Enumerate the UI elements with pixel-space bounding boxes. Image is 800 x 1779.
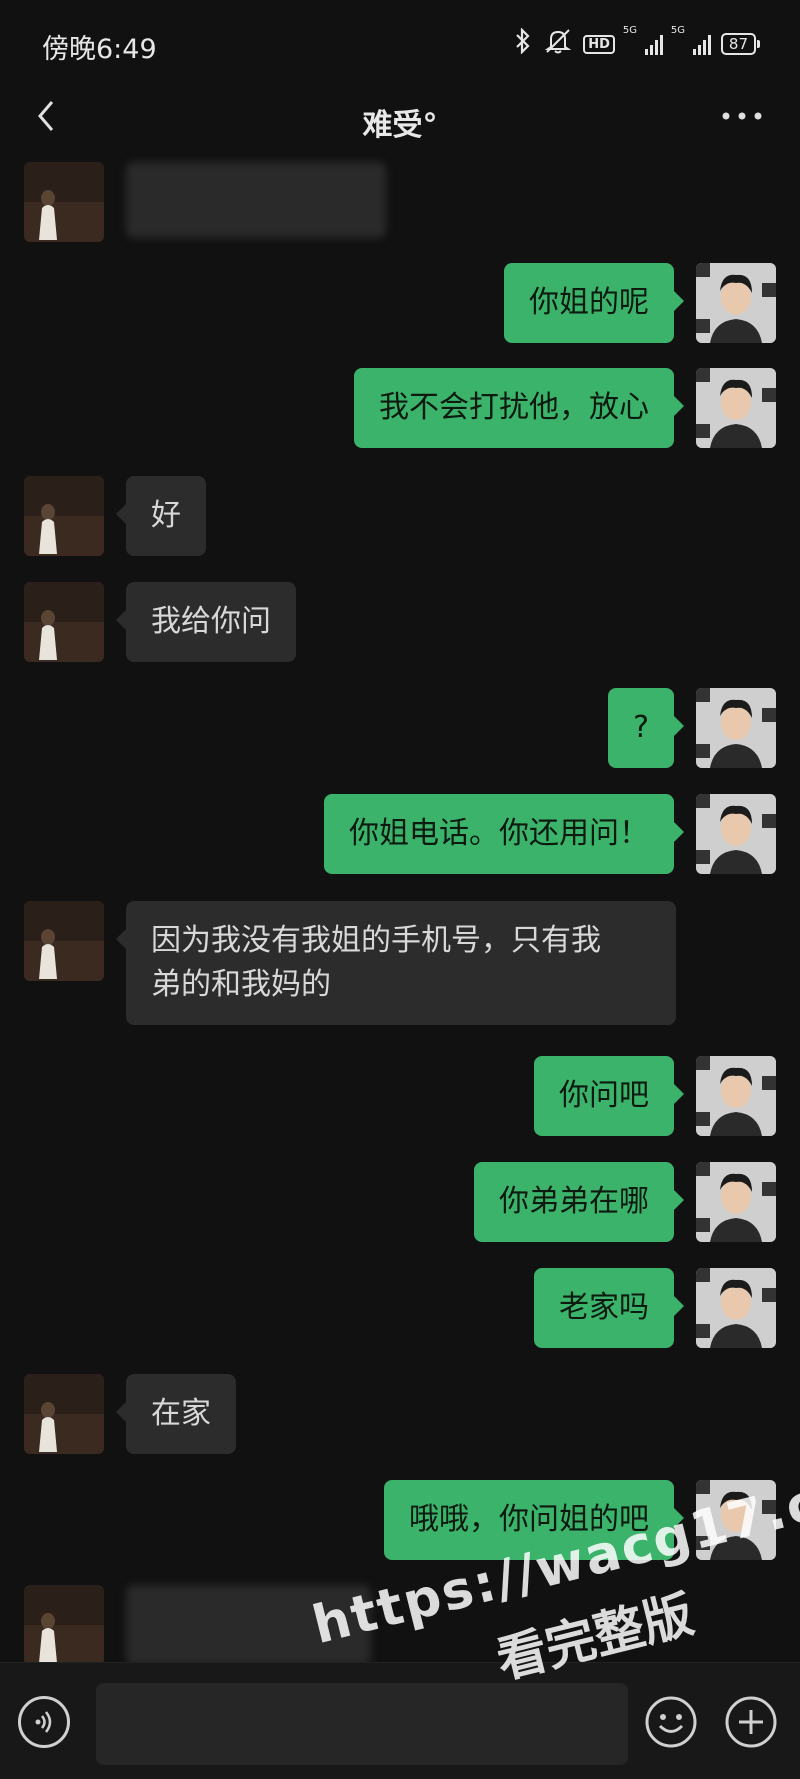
bluetooth-icon	[513, 27, 533, 60]
battery-icon: 87	[720, 33, 760, 55]
user-avatar[interactable]	[696, 688, 776, 768]
message-input[interactable]	[96, 1683, 628, 1765]
message-bubble[interactable]: 你姐电话。你还用问！	[324, 794, 684, 874]
obscured-message-bubble	[126, 162, 386, 238]
message-bubble[interactable]: 你姐的呢	[504, 263, 684, 343]
message-line: 因为我没有我姐的手机号，只有我	[151, 923, 601, 958]
user-avatar[interactable]	[696, 1480, 776, 1560]
contact-avatar[interactable]	[24, 1585, 104, 1662]
message-bubble[interactable]: 在家	[116, 1374, 236, 1454]
message-incoming	[0, 1585, 800, 1662]
message-outgoing: 你姐的呢	[0, 263, 800, 343]
contact-avatar[interactable]	[24, 582, 104, 662]
contact-avatar[interactable]	[24, 1374, 104, 1454]
message-outgoing: ?	[0, 688, 800, 768]
message-incoming: 好	[0, 476, 800, 556]
message-incoming: 在家	[0, 1374, 800, 1454]
emoji-icon[interactable]	[644, 1695, 698, 1749]
user-avatar[interactable]	[696, 368, 776, 448]
obscured-message-bubble	[126, 1585, 371, 1662]
message-outgoing: 老家吗	[0, 1268, 800, 1348]
message-bubble[interactable]: 我给你问	[116, 582, 296, 662]
input-bar	[0, 1662, 800, 1779]
message-outgoing: 你问吧	[0, 1056, 800, 1136]
mute-bell-icon	[543, 28, 573, 60]
user-avatar[interactable]	[696, 263, 776, 343]
status-time: 傍晚6:49	[42, 34, 157, 65]
contact-avatar[interactable]	[24, 901, 104, 981]
chat-area[interactable]: 你姐的呢 我不会打扰他，放心 好 我给你问 ? 你姐电话。你还用问！ 因为我没有…	[0, 150, 800, 1662]
message-outgoing: 你弟弟在哪	[0, 1162, 800, 1242]
message-incoming: 我给你问	[0, 582, 800, 662]
more-dots-icon[interactable]	[720, 96, 764, 136]
status-bar: 傍晚6:49 HD 5G 5G 87	[0, 0, 800, 86]
status-icons: HD 5G 5G 87	[513, 25, 760, 60]
message-bubble[interactable]: ?	[608, 688, 684, 768]
message-outgoing: 哦哦，你问姐的吧	[0, 1480, 800, 1560]
message-bubble[interactable]: 哦哦，你问姐的吧	[384, 1480, 684, 1560]
message-outgoing: 你姐电话。你还用问！	[0, 794, 800, 874]
message-incoming: 因为我没有我姐的手机号，只有我 弟的和我妈的	[0, 901, 800, 1031]
message-incoming	[0, 162, 800, 242]
message-bubble[interactable]: 老家吗	[534, 1268, 684, 1348]
user-avatar[interactable]	[696, 1162, 776, 1242]
network-type-label: 5G	[622, 25, 638, 36]
message-line: 弟的和我妈的	[151, 967, 331, 1002]
network-type-label: 5G	[670, 25, 686, 36]
user-avatar[interactable]	[696, 794, 776, 874]
message-bubble[interactable]: 我不会打扰他，放心	[354, 368, 684, 448]
contact-avatar[interactable]	[24, 476, 104, 556]
message-bubble[interactable]: 你弟弟在哪	[474, 1162, 684, 1242]
message-outgoing: 我不会打扰他，放心	[0, 368, 800, 448]
chat-header: 难受°	[0, 86, 800, 148]
message-bubble[interactable]: 好	[116, 476, 206, 556]
signal-icon: 5G	[671, 25, 711, 55]
plus-icon[interactable]	[724, 1695, 778, 1749]
message-bubble[interactable]: 因为我没有我姐的手机号，只有我 弟的和我妈的	[116, 901, 676, 1025]
message-bubble[interactable]: 你问吧	[534, 1056, 684, 1136]
battery-level: 87	[720, 33, 756, 55]
signal-icon: 5G	[623, 25, 663, 55]
contact-avatar[interactable]	[24, 162, 104, 242]
user-avatar[interactable]	[696, 1056, 776, 1136]
voice-icon[interactable]	[18, 1696, 70, 1748]
hd-badge: HD	[583, 34, 615, 54]
chat-title: 难受°	[362, 108, 438, 143]
user-avatar[interactable]	[696, 1268, 776, 1348]
